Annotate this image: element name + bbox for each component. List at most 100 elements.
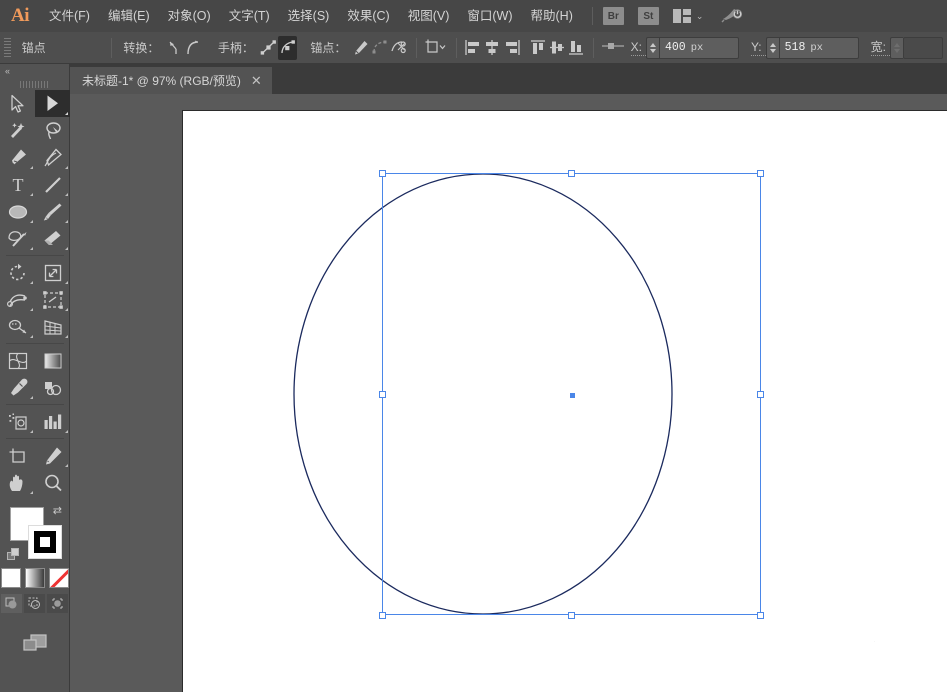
- tool-scale[interactable]: [35, 259, 70, 286]
- isolate-selected-button[interactable]: [424, 36, 449, 60]
- tool-flyout-indicator: [65, 112, 68, 115]
- bridge-button[interactable]: Br: [603, 7, 624, 25]
- convert-to-smooth-button[interactable]: [184, 36, 203, 60]
- tools-panel-header: «: [0, 64, 69, 78]
- close-icon[interactable]: ✕: [251, 74, 262, 87]
- tool-pen[interactable]: [0, 144, 35, 171]
- stroke-swatch[interactable]: [28, 525, 62, 559]
- color-mode-none-icon[interactable]: [49, 568, 69, 588]
- tool-perspective-grid[interactable]: [35, 313, 70, 340]
- remove-anchor-button[interactable]: [351, 36, 370, 60]
- isolate-selected-icon: [424, 39, 448, 56]
- tool-flyout-indicator: [30, 247, 33, 250]
- tool-magic-wand[interactable]: [0, 117, 35, 144]
- width-label: 宽:: [871, 40, 890, 56]
- tool-rotate[interactable]: [0, 259, 35, 286]
- width-stepper[interactable]: [890, 37, 903, 59]
- tool-curvature[interactable]: [35, 144, 70, 171]
- tool-shape-builder[interactable]: [0, 313, 35, 340]
- artboard[interactable]: ·: [182, 110, 947, 692]
- show-handles-button[interactable]: [259, 36, 278, 60]
- tool-flyout-indicator: [30, 308, 33, 311]
- align-left-icon: [464, 39, 482, 56]
- x-position-field[interactable]: 400 px: [659, 37, 739, 59]
- hide-handles-button[interactable]: [278, 36, 297, 60]
- tool-width[interactable]: [0, 286, 35, 313]
- tool-column-graph[interactable]: [35, 408, 70, 435]
- tools-panel-gripper[interactable]: [0, 78, 69, 90]
- anchor-label: 锚点：: [305, 39, 351, 56]
- menu-help[interactable]: 帮助(H): [522, 0, 582, 32]
- cut-path-button[interactable]: [390, 36, 409, 60]
- tool-line-segment[interactable]: [35, 171, 70, 198]
- width-field[interactable]: [903, 37, 943, 59]
- tool-flyout-indicator: [30, 166, 33, 169]
- tool-symbol-sprayer[interactable]: [0, 408, 35, 435]
- arrange-documents-icon: [673, 9, 691, 23]
- tool-lasso[interactable]: [35, 117, 70, 144]
- fill-stroke-controls: ⇄: [0, 502, 70, 564]
- align-horizontal-center-icon: [483, 39, 501, 56]
- tool-type[interactable]: T: [0, 171, 35, 198]
- tool-ellipse[interactable]: [0, 198, 35, 225]
- tool-gradient[interactable]: [35, 347, 70, 374]
- tool-flyout-indicator: [65, 308, 68, 311]
- tool-flyout-indicator: [30, 193, 33, 196]
- tool-mesh[interactable]: [0, 347, 35, 374]
- menu-select[interactable]: 选择(S): [279, 0, 339, 32]
- tool-selection[interactable]: [0, 90, 35, 117]
- y-unit: px: [810, 42, 823, 54]
- menu-file[interactable]: 文件(F): [40, 0, 99, 32]
- draw-inside-icon[interactable]: [47, 594, 68, 613]
- ellipse-shape[interactable]: [183, 111, 947, 692]
- tool-eyedropper[interactable]: [0, 374, 35, 401]
- menu-window[interactable]: 窗口(W): [458, 0, 521, 32]
- tool-slice[interactable]: [35, 442, 70, 469]
- connect-anchor-button[interactable]: [371, 36, 390, 60]
- swap-fill-stroke-icon[interactable]: ⇄: [53, 504, 62, 517]
- x-unit: px: [691, 42, 704, 54]
- collapse-panel-icon[interactable]: «: [5, 66, 9, 76]
- color-mode-gradient-icon[interactable]: [25, 568, 45, 588]
- tool-direct-selection[interactable]: [35, 90, 70, 117]
- menu-view[interactable]: 视图(V): [399, 0, 459, 32]
- y-stepper[interactable]: [766, 37, 779, 59]
- menu-bar: Ai 文件(F) 编辑(E) 对象(O) 文字(T) 选择(S) 效果(C) 视…: [0, 0, 947, 32]
- align-top-button[interactable]: [528, 36, 547, 60]
- tool-artboard[interactable]: [0, 442, 35, 469]
- align-right-button[interactable]: [502, 36, 521, 60]
- tool-shaper[interactable]: [0, 225, 35, 252]
- tool-eraser[interactable]: [35, 225, 70, 252]
- menu-object[interactable]: 对象(O): [159, 0, 220, 32]
- show-handles-icon: [260, 39, 277, 56]
- y-position-field[interactable]: 518 px: [779, 37, 859, 59]
- convert-to-corner-button[interactable]: [164, 36, 183, 60]
- x-stepper[interactable]: [646, 37, 659, 59]
- color-mode-color-icon[interactable]: [1, 568, 21, 588]
- default-fill-stroke-icon[interactable]: [7, 548, 20, 561]
- stock-button[interactable]: St: [638, 7, 659, 25]
- tool-hand[interactable]: [0, 469, 35, 496]
- menu-effect[interactable]: 效果(C): [338, 0, 398, 32]
- align-left-button[interactable]: [464, 36, 483, 60]
- document-tab[interactable]: 未标题-1* @ 97% (RGB/预览) ✕: [70, 67, 272, 94]
- menu-type[interactable]: 文字(T): [220, 0, 279, 32]
- document-tab-bar: 未标题-1* @ 97% (RGB/预览) ✕: [0, 64, 947, 94]
- align-vertical-center-button[interactable]: [547, 36, 566, 60]
- control-panel-gripper[interactable]: [4, 38, 11, 58]
- align-horizontal-center-button[interactable]: [483, 36, 502, 60]
- align-bottom-button[interactable]: [567, 36, 586, 60]
- tool-zoom[interactable]: [35, 469, 70, 496]
- tool-paintbrush[interactable]: [35, 198, 70, 225]
- canvas-area[interactable]: ·: [70, 94, 947, 692]
- width-group: 宽:: [871, 37, 943, 59]
- rocket-power-icon[interactable]: [721, 5, 743, 28]
- tool-flyout-indicator: [65, 193, 68, 196]
- screen-mode-button[interactable]: [0, 631, 69, 655]
- menu-edit[interactable]: 编辑(E): [99, 0, 159, 32]
- draw-behind-icon[interactable]: [24, 594, 45, 613]
- draw-normal-icon[interactable]: [1, 594, 22, 613]
- tool-free-transform[interactable]: [35, 286, 70, 313]
- arrange-documents-button[interactable]: ⌄: [673, 9, 704, 23]
- tool-blend[interactable]: [35, 374, 70, 401]
